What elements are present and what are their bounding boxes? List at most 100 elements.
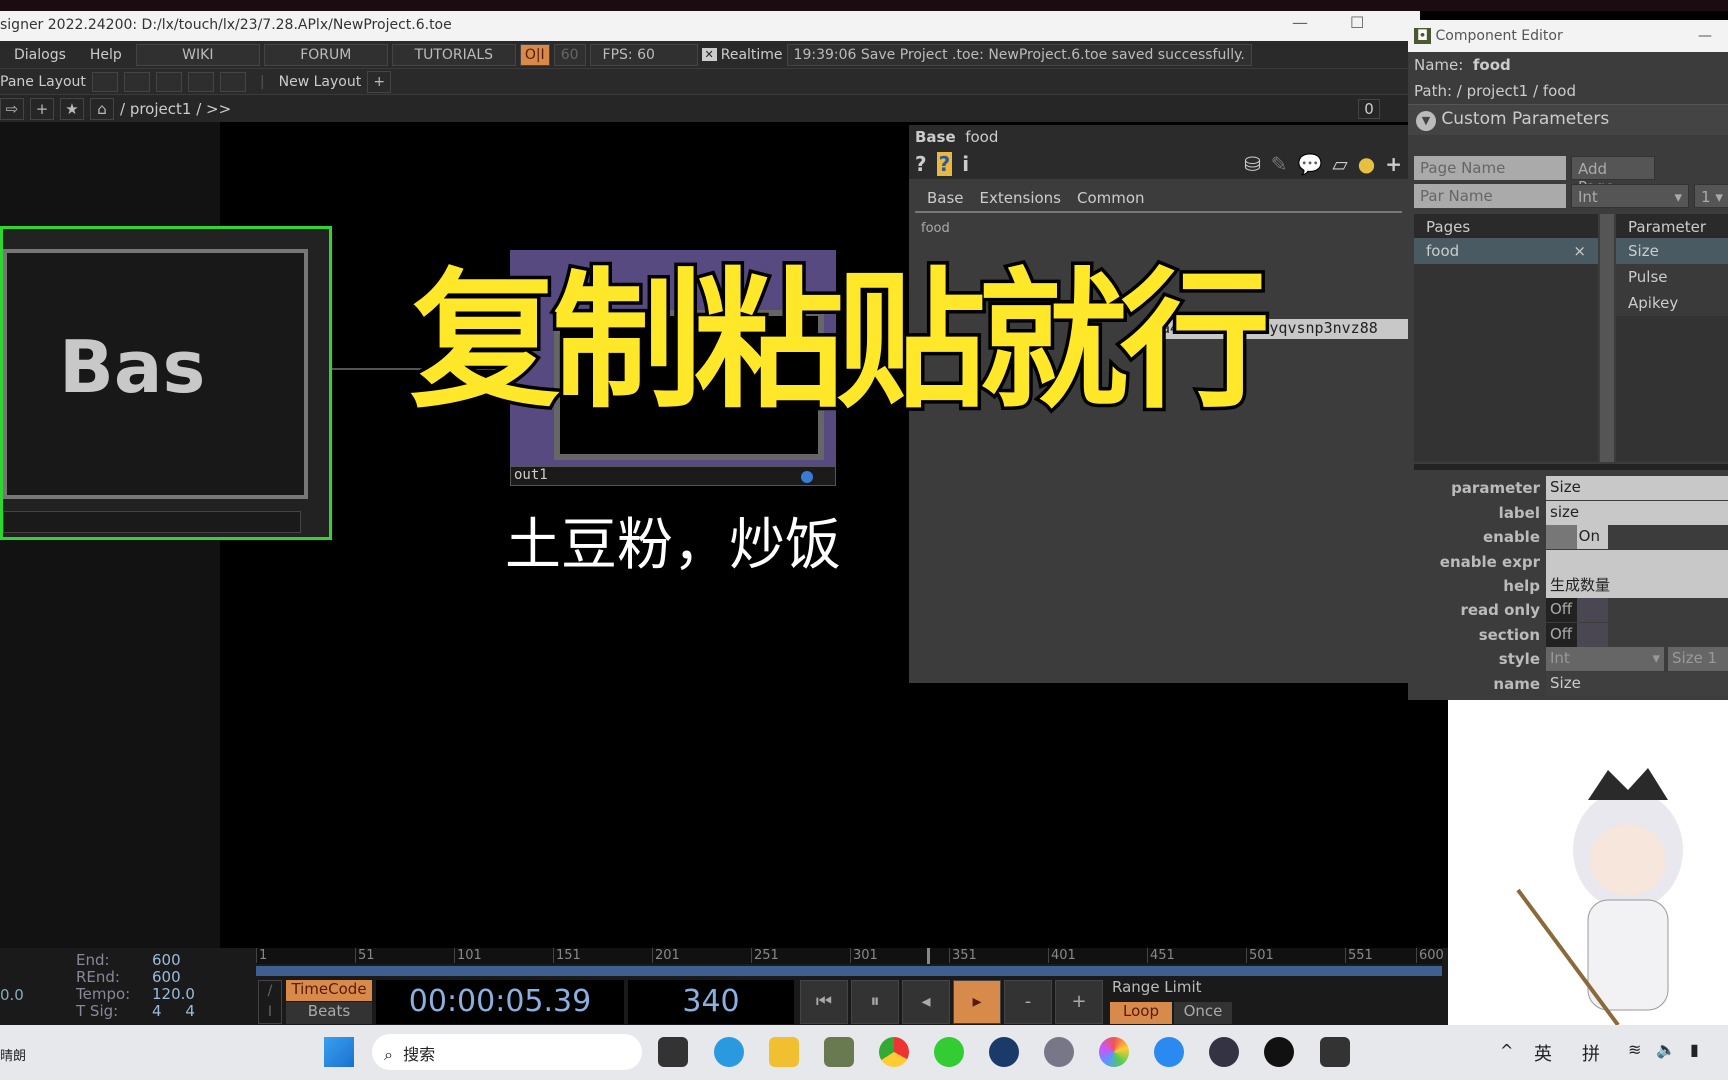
wechat-icon[interactable] (934, 1037, 964, 1067)
pause-button[interactable]: ⏸ (851, 980, 899, 1024)
layout-split-h[interactable] (155, 71, 182, 92)
tab-base[interactable]: Base (927, 189, 964, 211)
python-icon[interactable]: ● (1358, 152, 1375, 176)
range-slider[interactable] (256, 966, 1442, 976)
add-icon[interactable]: + (1385, 152, 1402, 176)
delete-icon[interactable]: × (1573, 242, 1586, 260)
minimize-button[interactable]: — (1698, 28, 1712, 44)
custom-parameters-header[interactable]: ▼ Custom Parameters (1408, 104, 1728, 135)
color-app-icon[interactable] (1099, 1037, 1129, 1067)
battery-icon[interactable]: ▮ (1690, 1040, 1699, 1059)
tab-extensions[interactable]: Extensions (980, 189, 1061, 211)
tutorials-button[interactable]: TUTORIALS (391, 43, 516, 66)
time-ruler[interactable]: 1 51 101 151 201 251 301 351 401 451 501 551 600 (256, 948, 1444, 964)
pages-scrollbar[interactable] (1600, 214, 1614, 462)
wiki-button[interactable]: WIKI (135, 43, 260, 66)
storage-icon[interactable]: ⛁ (1244, 152, 1261, 176)
realtime-checkbox[interactable]: ✕ (701, 48, 717, 61)
terminal-icon[interactable] (1320, 1037, 1350, 1067)
op-name[interactable]: food (965, 128, 998, 146)
play-button[interactable]: ▸ (953, 980, 1001, 1024)
comment-icon[interactable]: 💬 (1297, 152, 1322, 176)
add-layout-button[interactable]: + (367, 70, 392, 93)
help-icon[interactable]: ? (915, 152, 927, 176)
param-item[interactable]: Size (1616, 238, 1728, 264)
layout-single[interactable] (91, 71, 118, 92)
base-node-selected[interactable]: Bas (0, 226, 332, 540)
app-icon-3[interactable] (1264, 1037, 1294, 1067)
tempo-value[interactable]: 120.0 (152, 985, 195, 1003)
settings-icon[interactable] (1044, 1037, 1074, 1067)
touchdesigner-icon[interactable] (824, 1037, 854, 1067)
par-size-dropdown[interactable]: 1 ▾ (1694, 184, 1728, 208)
fps-target[interactable]: 60 (553, 43, 586, 66)
layout-split-v[interactable] (123, 71, 150, 92)
chrome-icon[interactable] (879, 1037, 909, 1067)
collapse-icon[interactable]: ▼ (1416, 111, 1436, 131)
tsig-value[interactable]: 4 4 (152, 1002, 195, 1020)
steam-icon[interactable] (989, 1037, 1019, 1067)
task-view-icon[interactable] (658, 1037, 688, 1067)
weather-widget[interactable]: 晴朗 (0, 1045, 26, 1064)
minimize-button[interactable]: — (1292, 13, 1308, 32)
star-icon[interactable]: ★ (60, 97, 84, 120)
timecode-button[interactable]: TimeCode (286, 980, 372, 1001)
par-name-input[interactable]: Par Name (1414, 184, 1566, 208)
network-path[interactable]: / project1 / >> (120, 100, 231, 118)
search-box[interactable]: ⌕ 搜索 (372, 1034, 642, 1070)
param-item[interactable]: Pulse (1616, 264, 1728, 290)
app-icon[interactable] (1154, 1037, 1184, 1067)
timecode-display[interactable]: 00:00:05.39 (376, 980, 624, 1024)
menu-help[interactable]: Help (80, 45, 132, 65)
param-item[interactable]: Apikey (1616, 290, 1728, 316)
enable-expr-field[interactable] (1546, 550, 1728, 574)
splitter-handle[interactable] (1414, 464, 1728, 470)
page-item-food[interactable]: food × (1414, 238, 1598, 264)
wifi-icon[interactable]: ≋ (1628, 1040, 1641, 1059)
size-dropdown[interactable]: Size 1 (1668, 647, 1728, 671)
tab-common[interactable]: Common (1077, 189, 1145, 211)
once-button[interactable]: Once (1174, 1002, 1232, 1024)
style-dropdown[interactable]: Int ▾ (1546, 647, 1664, 671)
forum-button[interactable]: FORUM (263, 43, 388, 66)
forward-icon[interactable]: ⇨ (0, 97, 24, 120)
parameter-field[interactable]: Size (1546, 476, 1728, 500)
clipboard-icon[interactable]: ▱ (1332, 152, 1347, 176)
edit-icon[interactable]: ✎ (1271, 152, 1288, 176)
start-icon[interactable] (324, 1037, 354, 1067)
language-indicator[interactable]: 英 (1534, 1040, 1552, 1066)
page-name-input[interactable]: Page Name (1414, 156, 1566, 180)
maximize-button[interactable]: ☐ (1350, 13, 1364, 32)
name-field[interactable]: Size (1546, 672, 1728, 696)
edge-icon[interactable] (714, 1037, 744, 1067)
rend-value[interactable]: 600 (152, 968, 181, 986)
show-hidden-icons[interactable]: ^ (1500, 1041, 1513, 1060)
rewind-button[interactable]: ⏮ (800, 980, 848, 1024)
layout-three[interactable] (187, 71, 214, 92)
par-type-dropdown[interactable]: Int ▾ (1571, 184, 1689, 208)
layout-four[interactable] (219, 71, 246, 92)
label-field[interactable]: size (1546, 501, 1728, 525)
oi-toggle[interactable]: O|I (519, 43, 550, 66)
display-flag-icon[interactable] (801, 471, 813, 483)
add-page-button[interactable]: Add Page (1571, 156, 1655, 196)
app-icon-2[interactable] (1209, 1037, 1239, 1067)
loop-button[interactable]: Loop (1110, 1002, 1172, 1024)
home-icon[interactable]: ⌂ (90, 97, 114, 120)
info-icon[interactable]: i (962, 152, 969, 176)
menu-dialogs[interactable]: Dialogs (4, 45, 76, 65)
add-icon[interactable]: + (30, 97, 54, 120)
frame-display[interactable]: 340 (628, 980, 794, 1024)
beats-button[interactable]: Beats (286, 1002, 372, 1024)
section-toggle[interactable]: Off (1546, 623, 1608, 647)
file-explorer-icon[interactable] (769, 1037, 799, 1067)
enable-toggle[interactable]: On (1546, 525, 1608, 549)
end-value[interactable]: 600 (152, 951, 181, 969)
python-help-icon[interactable]: ? (936, 152, 953, 176)
step-back-button[interactable]: ◂ (902, 980, 950, 1024)
increment-button[interactable]: + (1055, 980, 1103, 1024)
playhead[interactable] (927, 948, 931, 964)
volume-icon[interactable]: 🔈 (1656, 1040, 1676, 1059)
read-only-toggle[interactable]: Off (1546, 598, 1608, 622)
decrement-button[interactable]: - (1004, 980, 1052, 1024)
